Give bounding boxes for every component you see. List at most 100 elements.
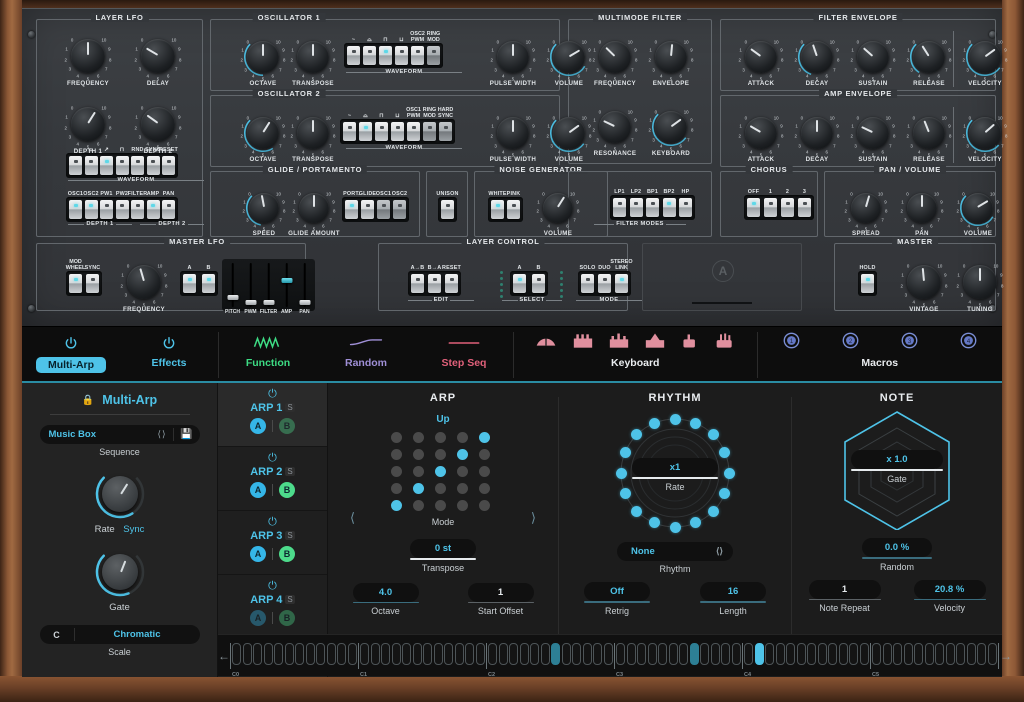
arrow-right-icon[interactable]: →	[1000, 649, 1012, 663]
length-control[interactable]: 16 Length	[700, 582, 766, 616]
mode-grid-dot[interactable]	[413, 500, 424, 511]
transpose-control[interactable]: 0 st Transpose	[410, 539, 476, 573]
switch-white[interactable]: WHITE	[488, 191, 506, 219]
mode-grid-dot[interactable]	[413, 432, 424, 443]
amp-env-sustain-knob[interactable]: 0 1 2 3 4 5 6 7 8 9 10 SUSTAIN	[846, 111, 900, 163]
switch--[interactable]: ↗	[100, 147, 113, 175]
switch-filter[interactable]: FILTER	[128, 191, 147, 219]
sequence-nav-arrows[interactable]: ⟨⟩	[157, 429, 172, 440]
switch-mod-wheel[interactable]: MOD WHEEL	[66, 259, 85, 293]
arp-list-item[interactable]: ⏻ ARP 2 S A B	[218, 447, 327, 511]
keyboard-key[interactable]	[956, 642, 965, 665]
keyboard-key[interactable]	[412, 642, 422, 665]
keyboard-key[interactable]	[658, 642, 667, 665]
macro-2-icon[interactable]: 2	[842, 332, 859, 354]
start-offset-control[interactable]: 1 Start Offset	[467, 582, 534, 616]
switch-hp[interactable]: HP	[679, 189, 692, 217]
switch--[interactable]: ⊔	[395, 37, 408, 65]
note-random-control[interactable]: 0.0 % Random	[862, 538, 932, 572]
keyboard-key[interactable]	[893, 642, 902, 665]
keyboard-key[interactable]	[924, 642, 934, 665]
switch-reset[interactable]: RESET	[442, 265, 461, 293]
keyboard-key[interactable]	[498, 642, 508, 665]
switch--[interactable]: ⊔	[391, 113, 404, 141]
rhythm-step-dot[interactable]	[669, 521, 681, 533]
save-icon[interactable]: 💾	[174, 429, 200, 440]
keyboard-key[interactable]	[360, 642, 369, 665]
keyboard-key[interactable]	[647, 642, 657, 665]
filter-keyboard-knob[interactable]: 0 1 2 3 4 5 6 7 8 9 10 KEYBOARD	[644, 105, 698, 157]
mode-grid-dot[interactable]	[457, 500, 468, 511]
keyboard-key[interactable]	[626, 642, 636, 665]
switch--[interactable]: ⌓	[363, 37, 376, 65]
switch-stereo-link[interactable]: STEREO LINK	[610, 259, 633, 293]
filter-env-velocity-knob[interactable]: 0 1 2 3 4 5 6 7 8 9 10 VELOCITY	[958, 35, 1012, 87]
keyboard-key[interactable]	[370, 642, 380, 665]
power-icon[interactable]: ⏻	[268, 452, 277, 464]
scale-name[interactable]: Chromatic	[75, 629, 200, 640]
keyboard-key[interactable]	[582, 642, 592, 665]
keyboard-key[interactable]	[637, 642, 646, 665]
switch-osc1[interactable]: OSC1	[68, 191, 83, 219]
keyboard-key[interactable]	[509, 642, 518, 665]
keyboard-key[interactable]	[616, 642, 625, 665]
lock-icon[interactable]: 🔒	[82, 395, 94, 406]
switch-sync[interactable]: SYNC	[145, 147, 161, 175]
switch-osc2[interactable]: OSC2	[392, 191, 407, 219]
arrow-left-icon[interactable]: ←	[218, 649, 230, 663]
switch--[interactable]: ⊓	[375, 113, 388, 141]
keyboard-key[interactable]	[828, 642, 837, 665]
keyboard-keys[interactable]: C0 C1 C2 C3 C4 C5	[230, 642, 1000, 678]
lfo-wave-icon[interactable]	[253, 333, 283, 353]
switch-osc1-pwm[interactable]: OSC1 PWM	[406, 107, 421, 141]
keyboard-key[interactable]	[232, 642, 241, 665]
arp-solo-badge[interactable]: S	[285, 402, 295, 412]
keyboard-key[interactable]	[337, 642, 346, 665]
keyboard-zone-icon[interactable]	[645, 333, 665, 354]
keyboard-key[interactable]	[347, 642, 357, 665]
keyboard-key[interactable]	[475, 642, 485, 665]
glide-amount-knob[interactable]: 0 1 2 3 4 5 6 7 8 9 10 GLIDE AMOUNT	[288, 187, 340, 237]
keyboard-key[interactable]	[263, 642, 273, 665]
keyboard-key[interactable]	[966, 642, 976, 665]
switch--[interactable]: ~	[69, 147, 82, 175]
mode-grid-dot[interactable]	[413, 466, 424, 477]
arp-solo-badge[interactable]: S	[285, 466, 295, 476]
pan-spread-knob[interactable]: 0 1 2 3 4 5 6 7 8 9 10 SPREAD	[840, 187, 892, 237]
power-icon[interactable]: ⏻	[268, 580, 277, 592]
keyboard-key[interactable]	[444, 642, 453, 665]
filter-resonance-knob[interactable]: 0 1 2 3 4 5 6 7 8 9 10 RESONANCE	[588, 105, 642, 157]
switch--[interactable]: ⌓	[359, 113, 372, 141]
note-repeat-control[interactable]: 1 Note Repeat	[808, 579, 881, 613]
osc1-pulse-width-knob[interactable]: 0 1 2 3 4 5 6 7 8 9 10 PULSE WIDTH	[486, 35, 540, 87]
keyboard-key[interactable]	[775, 642, 785, 665]
rhythm-step-dot[interactable]	[615, 467, 627, 479]
tab-effects[interactable]: Effects	[120, 327, 218, 383]
mode-grid-dot[interactable]	[479, 500, 490, 511]
switch-ring-mod[interactable]: RING MOD	[427, 31, 440, 65]
osc2-pulse-width-knob[interactable]: 0 1 2 3 4 5 6 7 8 9 10 PULSE WIDTH	[486, 111, 540, 163]
switch-osc1[interactable]: OSC1	[376, 191, 391, 219]
keyboard-key[interactable]	[391, 642, 401, 665]
switch-glide[interactable]: GLIDE	[359, 191, 376, 219]
aftertouch-icon[interactable]	[681, 333, 699, 354]
switch-1[interactable]: 1	[764, 189, 777, 217]
keyboard-key[interactable]	[253, 642, 262, 665]
note-gate-control[interactable]: x 1.0 Gate	[851, 450, 943, 484]
fader-pitch[interactable]: PITCH	[225, 263, 240, 315]
keyboard-key[interactable]	[786, 642, 795, 665]
switch--[interactable]: ⊓	[379, 37, 392, 65]
keyboard-key[interactable]	[561, 642, 571, 665]
rhythm-rate-control[interactable]: x1 Rate	[632, 458, 718, 492]
mode-grid-dot[interactable]	[413, 449, 424, 460]
switch-duo[interactable]: DUO	[598, 265, 611, 293]
switch-bp1[interactable]: BP1	[646, 189, 659, 217]
rhythm-step-dot[interactable]	[707, 505, 719, 517]
layer-lfo-delay-knob[interactable]: 0 1 2 3 4 5 6 7 8 9 10 DELAY	[130, 33, 186, 87]
fader-cap[interactable]	[227, 295, 238, 301]
keyboard-key[interactable]	[882, 642, 892, 665]
switch-pw1[interactable]: PW1	[100, 191, 113, 219]
switch-osc2[interactable]: OSC2	[83, 191, 99, 219]
filter-env-release-knob[interactable]: 0 1 2 3 4 5 6 7 8 9 10 RELEASE	[902, 35, 956, 87]
note-gate-hexagon[interactable]: x 1.0 Gate	[822, 406, 972, 536]
